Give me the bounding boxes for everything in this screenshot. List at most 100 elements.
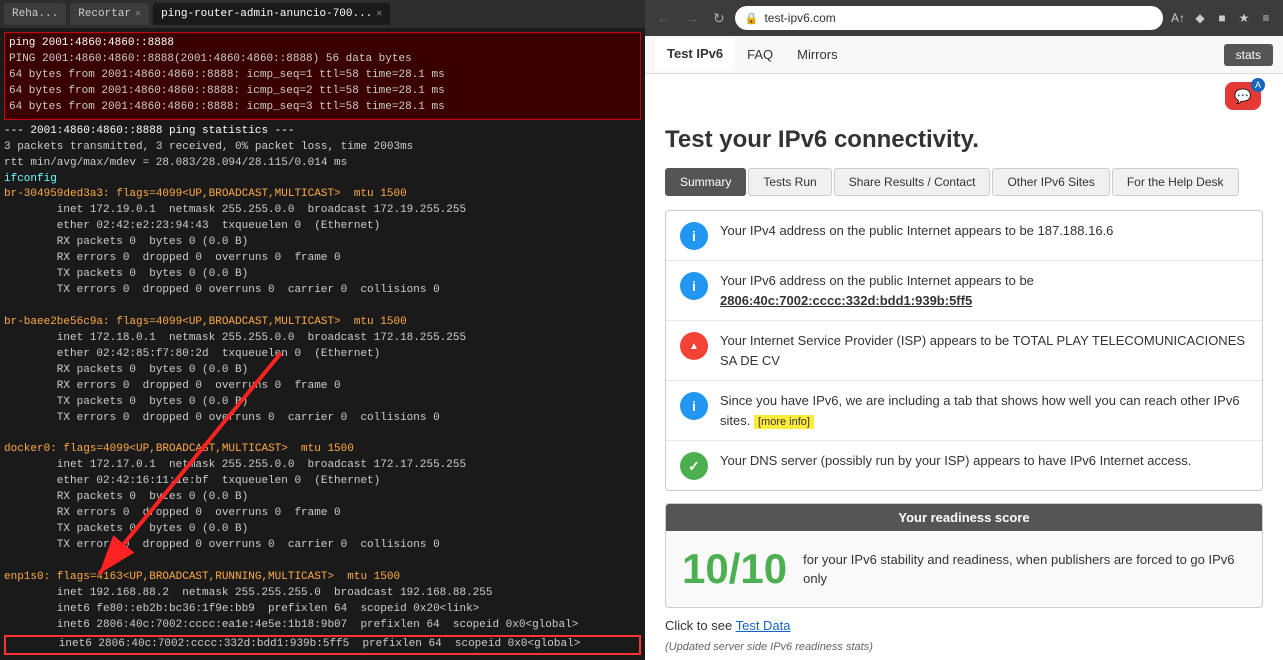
tab-help-desk[interactable]: For the Help Desk bbox=[1112, 168, 1239, 196]
info-icon-dns: ✓ bbox=[680, 452, 708, 480]
browser-icons: A↑ ◆ ■ ★ ≡ bbox=[1169, 9, 1275, 27]
nav-mirrors[interactable]: Mirrors bbox=[785, 39, 849, 70]
info-row-ipv6-tab: i Since you have IPv6, we are including … bbox=[666, 381, 1262, 441]
info-row-ipv4: i Your IPv4 address on the public Intern… bbox=[666, 211, 1262, 261]
site-main-content: Test your IPv6 connectivity. Summary Tes… bbox=[645, 110, 1283, 660]
if-line-26: inet 192.168.88.2 netmask 255.255.255.0 … bbox=[4, 586, 641, 602]
terminal-panel: Reha... Recortar ✕ ping-router-admin-anu… bbox=[0, 0, 645, 660]
if-line-21: RX errors 0 dropped 0 overruns 0 frame 0 bbox=[4, 506, 641, 522]
terminal-tab-bar: Reha... Recortar ✕ ping-router-admin-anu… bbox=[0, 0, 645, 28]
terminal-content: ping 2001:4860:4860::8888 PING 2001:4860… bbox=[0, 28, 645, 660]
url-bar[interactable]: 🔒 test-ipv6.com bbox=[735, 6, 1163, 30]
ifconfig-cmd: ifconfig bbox=[4, 172, 641, 188]
terminal-tab-ping[interactable]: ping-router-admin-anuncio-700... ✕ bbox=[153, 3, 390, 25]
stats-line: --- 2001:4860:4860::8888 ping statistics… bbox=[4, 124, 641, 140]
if-line-12: RX packets 0 bytes 0 (0.0 B) bbox=[4, 363, 641, 379]
reload-button[interactable]: ↻ bbox=[709, 8, 729, 29]
browser-panel: ← → ↻ 🔒 test-ipv6.com A↑ ◆ ■ ★ ≡ Test IP… bbox=[645, 0, 1283, 660]
ipv6-prefix-text: Your IPv6 address on the public Internet… bbox=[720, 273, 1034, 288]
close-icon[interactable]: ✕ bbox=[135, 8, 141, 20]
translate-badge: A bbox=[1251, 78, 1265, 92]
forward-button[interactable]: → bbox=[681, 8, 703, 28]
info-row-isp: ▲ Your Internet Service Provider (ISP) a… bbox=[666, 321, 1262, 381]
ping-line-1: ping 2001:4860:4860::8888 bbox=[9, 36, 636, 52]
terminal-tab-label: Reha... bbox=[12, 8, 58, 20]
translate-icon[interactable]: A↑ bbox=[1169, 9, 1187, 27]
info-text-ipv6: Your IPv6 address on the public Internet… bbox=[720, 271, 1248, 310]
if-line-28: inet6 2806:40c:7002:cccc:ea1e:4e5e:1b18:… bbox=[4, 618, 641, 634]
extension-icon[interactable]: ◆ bbox=[1191, 9, 1209, 27]
readiness-header: Your readiness score bbox=[666, 504, 1262, 531]
tab-share-results[interactable]: Share Results / Contact bbox=[834, 168, 991, 196]
if-line-7: TX errors 0 dropped 0 overruns 0 carrier… bbox=[4, 283, 641, 299]
info-text-ipv4: Your IPv4 address on the public Internet… bbox=[720, 221, 1248, 241]
if-line-22: TX packets 0 bytes 0 (0.0 B) bbox=[4, 522, 641, 538]
if-line-6: TX packets 0 bytes 0 (0.0 B) bbox=[4, 267, 641, 283]
info-icon-ipv4: i bbox=[680, 222, 708, 250]
page-title: Test your IPv6 connectivity. bbox=[665, 126, 1263, 154]
close-icon[interactable]: ✕ bbox=[376, 8, 382, 20]
if-line-13: RX errors 0 dropped 0 overruns 0 frame 0 bbox=[4, 379, 641, 395]
if-line-16 bbox=[4, 427, 641, 443]
if-line-17: docker0: flags=4099<UP,BROADCAST,MULTICA… bbox=[4, 442, 641, 458]
test-data-prefix: Click to see bbox=[665, 618, 732, 633]
if-line-20: RX packets 0 bytes 0 (0.0 B) bbox=[4, 490, 641, 506]
info-text-dns: Your DNS server (possibly run by your IS… bbox=[720, 451, 1248, 471]
readiness-description: for your IPv6 stability and readiness, w… bbox=[803, 550, 1246, 589]
nav-faq[interactable]: FAQ bbox=[735, 39, 785, 70]
terminal-tab-label: ping-router-admin-anuncio-700... bbox=[161, 8, 372, 20]
content-tabs: Summary Tests Run Share Results / Contac… bbox=[665, 168, 1263, 196]
if-line-18: inet 172.17.0.1 netmask 255.255.0.0 broa… bbox=[4, 458, 641, 474]
updated-text: (Updated server side IPv6 readiness stat… bbox=[665, 637, 1263, 657]
lock-icon: 🔒 bbox=[745, 12, 759, 25]
tab-summary[interactable]: Summary bbox=[665, 168, 746, 196]
ping-line-2: PING 2001:4860:4860::8888(2001:4860:4860… bbox=[9, 52, 636, 68]
url-text: test-ipv6.com bbox=[764, 11, 835, 25]
nav-test-ipv6[interactable]: Test IPv6 bbox=[655, 38, 735, 71]
if-line-14: TX packets 0 bytes 0 (0.0 B) bbox=[4, 395, 641, 411]
more-info-link[interactable]: [more info] bbox=[754, 415, 814, 429]
if-line-27: inet6 fe80::eb2b:bc36:1f9e:bb9 prefixlen… bbox=[4, 602, 641, 618]
site-nav: Test IPv6 FAQ Mirrors stats bbox=[645, 36, 1283, 74]
test-data-link[interactable]: Test Data bbox=[736, 618, 791, 633]
if-line-4: RX packets 0 bytes 0 (0.0 B) bbox=[4, 235, 641, 251]
tab-other-ipv6[interactable]: Other IPv6 Sites bbox=[992, 168, 1109, 196]
terminal-tab-label: Recortar bbox=[78, 8, 131, 20]
stats-button[interactable]: stats bbox=[1224, 44, 1273, 66]
ping-line-4: 64 bytes from 2001:4860:4860::8888: icmp… bbox=[9, 84, 636, 100]
chat-bubble-icon[interactable]: 💬 A bbox=[1225, 82, 1261, 110]
terminal-tab-reha[interactable]: Reha... bbox=[4, 3, 66, 25]
shield-icon[interactable]: ■ bbox=[1213, 9, 1231, 27]
back-button[interactable]: ← bbox=[653, 8, 675, 28]
if-line-25: enp1s0: flags=4163<UP,BROADCAST,RUNNING,… bbox=[4, 570, 641, 586]
star-icon[interactable]: ★ bbox=[1235, 9, 1253, 27]
readiness-body: 10/10 for your IPv6 stability and readin… bbox=[666, 531, 1262, 607]
ping-block: ping 2001:4860:4860::8888 PING 2001:4860… bbox=[4, 32, 641, 120]
if-line-1: br-304959ded3a3: flags=4099<UP,BROADCAST… bbox=[4, 187, 641, 203]
if-line-3: ether 02:42:e2:23:94:43 txqueuelen 0 (Et… bbox=[4, 219, 641, 235]
info-icon-ipv6-tab: i bbox=[680, 392, 708, 420]
if-line-23: TX errors 0 dropped 0 overruns 0 carrier… bbox=[4, 538, 641, 554]
packets-line: 3 packets transmitted, 3 received, 0% pa… bbox=[4, 140, 641, 156]
ping-line-3: 64 bytes from 2001:4860:4860::8888: icmp… bbox=[9, 68, 636, 84]
terminal-tab-recortar[interactable]: Recortar ✕ bbox=[70, 3, 149, 25]
ipv6-address: 2806:40c:7002:cccc:332d:bdd1:939b:5ff5 bbox=[720, 293, 972, 308]
if-line-11: ether 02:42:85:f7:80:2d txqueuelen 0 (Et… bbox=[4, 347, 641, 363]
ping-line-5: 64 bytes from 2001:4860:4860::8888: icmp… bbox=[9, 100, 636, 116]
menu-icon[interactable]: ≡ bbox=[1257, 9, 1275, 27]
tab-tests-run[interactable]: Tests Run bbox=[748, 168, 831, 196]
rtt-line: rtt min/avg/max/mdev = 28.083/28.094/28.… bbox=[4, 156, 641, 172]
info-text-ipv6-tab: Since you have IPv6, we are including a … bbox=[720, 391, 1248, 430]
if-line-15: TX errors 0 dropped 0 overruns 0 carrier… bbox=[4, 411, 641, 427]
if-line-10: inet 172.18.0.1 netmask 255.255.0.0 broa… bbox=[4, 331, 641, 347]
browser-toolbar: ← → ↻ 🔒 test-ipv6.com A↑ ◆ ■ ★ ≡ bbox=[645, 0, 1283, 36]
info-row-dns: ✓ Your DNS server (possibly run by your … bbox=[666, 441, 1262, 490]
if-line-9: br-baee2be56c9a: flags=4099<UP,BROADCAST… bbox=[4, 315, 641, 331]
info-row-ipv6: i Your IPv6 address on the public Intern… bbox=[666, 261, 1262, 321]
test-data-row: Click to see Test Data bbox=[665, 608, 1263, 637]
if-line-5: RX errors 0 dropped 0 overruns 0 frame 0 bbox=[4, 251, 641, 267]
readiness-score: 10/10 bbox=[682, 545, 787, 593]
if-line-8 bbox=[4, 299, 641, 315]
info-section: i Your IPv4 address on the public Intern… bbox=[665, 210, 1263, 491]
readiness-section: Your readiness score 10/10 for your IPv6… bbox=[665, 503, 1263, 608]
